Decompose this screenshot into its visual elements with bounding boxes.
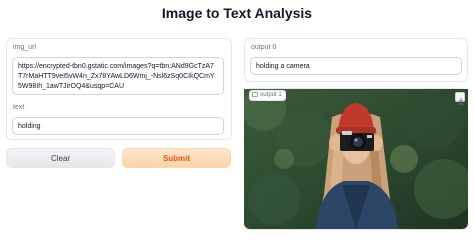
output-0-text: holding a camera	[250, 57, 462, 75]
output-image	[244, 89, 468, 229]
output-1-label-tag: output 1	[249, 90, 286, 101]
page-title: Image to Text Analysis	[161, 5, 313, 21]
img-url-input[interactable]: https://encrypted-tbn0.gstatic.com/image…	[12, 57, 224, 95]
clear-button[interactable]: Clear	[6, 148, 115, 168]
output-1-label: output 1	[260, 92, 282, 98]
image-icon	[252, 91, 258, 97]
text-input[interactable]: holding	[12, 117, 224, 135]
submit-button[interactable]: Submit	[122, 148, 231, 168]
download-icon[interactable]	[455, 92, 465, 105]
output-0-label: output 0	[251, 44, 277, 51]
img-url-label: img_url	[13, 44, 36, 51]
text-label: text	[13, 104, 25, 111]
